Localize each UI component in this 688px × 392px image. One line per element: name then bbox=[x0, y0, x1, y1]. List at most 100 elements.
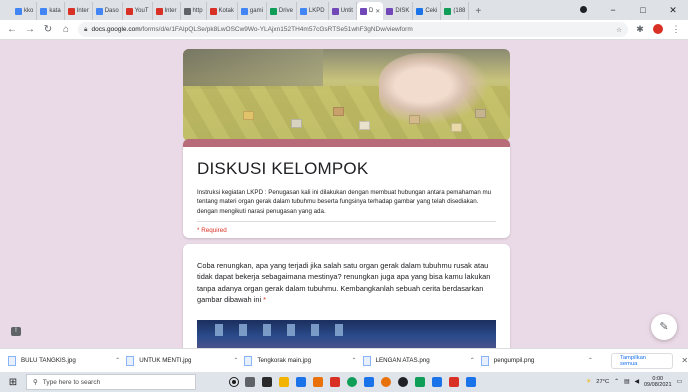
tab-label: Ceki bbox=[425, 8, 438, 14]
chevron-up-icon[interactable]: ⌃ bbox=[470, 357, 475, 364]
app-icon[interactable] bbox=[398, 377, 408, 387]
browser-tab[interactable]: Drive bbox=[267, 2, 297, 20]
browser-tab[interactable]: Daso bbox=[93, 2, 123, 20]
tab-favicon-icon bbox=[416, 7, 424, 15]
tray-up-icon[interactable]: ⌃ bbox=[614, 379, 619, 385]
chrome-icon[interactable] bbox=[347, 377, 357, 387]
clock-date: 09/08/2021 bbox=[643, 382, 672, 388]
header-image-baby bbox=[379, 53, 489, 125]
report-problem-icon[interactable]: ! bbox=[11, 327, 21, 336]
app-icon[interactable] bbox=[466, 377, 476, 387]
download-filename: BULU TANGKIS.jpg bbox=[21, 357, 76, 364]
show-all-downloads-button[interactable]: Tampilkan semua bbox=[610, 352, 674, 369]
close-downloads-icon[interactable]: ✕ bbox=[681, 356, 688, 365]
edit-pencil-button[interactable]: ✎ bbox=[651, 314, 677, 340]
browser-tab[interactable]: D ✕ bbox=[356, 2, 384, 20]
file-explorer-icon[interactable] bbox=[279, 377, 289, 387]
windows-start-icon[interactable]: ⊞ bbox=[0, 377, 26, 388]
office-icon[interactable] bbox=[313, 377, 323, 387]
address-bar[interactable]: 🔒︎ docs.google.com/forms/d/e/1FAIpQLSe/p… bbox=[78, 22, 628, 37]
tab-favicon-icon bbox=[40, 7, 48, 15]
browser-tab[interactable]: kko bbox=[12, 2, 38, 20]
profile-avatar[interactable] bbox=[652, 23, 664, 36]
download-item[interactable]: UNTUK MENTI.jpg ⌃ bbox=[126, 355, 244, 366]
download-item[interactable]: pengumpil.png ⌃ bbox=[480, 355, 599, 366]
extensions-icon[interactable]: ✱ bbox=[634, 24, 646, 35]
toy-block bbox=[333, 107, 344, 116]
task-view-icon[interactable] bbox=[245, 377, 255, 387]
browser-tab[interactable]: Kotak bbox=[207, 2, 238, 20]
browser-tab[interactable]: kata bbox=[37, 2, 65, 20]
chevron-up-icon[interactable]: ⌃ bbox=[352, 357, 357, 364]
close-window-button[interactable]: ✕ bbox=[658, 5, 688, 16]
app-icon[interactable] bbox=[381, 377, 391, 387]
maximize-button[interactable]: □ bbox=[628, 5, 658, 15]
app-icon[interactable] bbox=[330, 377, 340, 387]
home-icon[interactable]: ⌂ bbox=[60, 24, 72, 35]
question-card[interactable]: Coba renungkan, apa yang terjadi jika sa… bbox=[183, 244, 510, 348]
tab-label: Untit bbox=[340, 8, 353, 14]
download-filename: pengumpil.png bbox=[493, 357, 535, 364]
new-tab-button[interactable]: + bbox=[469, 2, 487, 20]
account-icon[interactable] bbox=[568, 5, 598, 15]
url-host: docs.google.com bbox=[91, 26, 141, 33]
browser-tab[interactable]: gami bbox=[238, 2, 267, 20]
reload-icon[interactable]: ↻ bbox=[42, 24, 54, 35]
toy-block bbox=[451, 123, 462, 132]
system-tray: ☀ 27°C ⌃ ▤ ◀︎ 0:00 09/08/2021 ▭ bbox=[586, 376, 688, 388]
chevron-up-icon[interactable]: ⌃ bbox=[115, 357, 120, 364]
bookmark-star-icon[interactable]: ☆ bbox=[616, 26, 622, 34]
notifications-icon[interactable]: ▭ bbox=[677, 379, 682, 385]
tab-favicon-icon bbox=[240, 7, 248, 15]
tab-favicon-icon bbox=[95, 7, 103, 15]
pinned-apps bbox=[230, 377, 476, 387]
browser-tab[interactable]: Untit bbox=[329, 2, 357, 20]
download-item[interactable]: LENGAN ATAS.png ⌃ bbox=[362, 355, 481, 366]
browser-tab[interactable]: (188 bbox=[441, 2, 470, 20]
app-icon[interactable] bbox=[449, 377, 459, 387]
chevron-up-icon[interactable]: ⌃ bbox=[588, 357, 593, 364]
image-file-icon bbox=[480, 355, 489, 366]
close-tab-icon[interactable]: ✕ bbox=[375, 8, 380, 15]
menu-icon[interactable]: ⋮ bbox=[670, 24, 682, 35]
store-icon[interactable] bbox=[262, 377, 272, 387]
browser-tab[interactable]: Inter bbox=[65, 2, 93, 20]
downloads-bar: BULU TANGKIS.jpg ⌃ UNTUK MENTI.jpg ⌃ Tengk… bbox=[0, 348, 688, 372]
form-description: Instruksi kegiatan LKPD : Penugasan kali… bbox=[197, 188, 496, 222]
word-icon[interactable] bbox=[364, 377, 374, 387]
mail-icon[interactable] bbox=[296, 377, 306, 387]
network-icon[interactable]: ▤ bbox=[624, 379, 629, 385]
taskbar-search-box[interactable]: ⚲ Type here to search bbox=[26, 374, 196, 390]
chevron-up-icon[interactable]: ⌃ bbox=[233, 357, 238, 364]
volume-icon[interactable]: ◀︎ bbox=[635, 379, 639, 385]
app-icon[interactable] bbox=[432, 377, 442, 387]
image-file-icon bbox=[8, 355, 16, 366]
download-item[interactable]: Tengkorak main.jpg ⌃ bbox=[244, 355, 362, 366]
excel-icon[interactable] bbox=[415, 377, 425, 387]
download-filename: Tengkorak main.jpg bbox=[257, 357, 312, 364]
image-file-icon bbox=[126, 355, 135, 366]
tab-favicon-icon bbox=[209, 7, 217, 15]
browser-tab[interactable]: DISK bbox=[383, 2, 414, 20]
form-title: DISKUSI KELOMPOK bbox=[197, 159, 369, 178]
window-pane bbox=[287, 323, 295, 336]
download-item[interactable]: BULU TANGKIS.jpg ⌃ bbox=[8, 355, 126, 366]
tab-favicon-icon bbox=[359, 7, 367, 15]
weather-icon[interactable]: ☀ bbox=[586, 379, 591, 385]
browser-tab[interactable]: Ceki bbox=[413, 2, 442, 20]
toy-block bbox=[243, 111, 254, 120]
cortana-icon[interactable] bbox=[230, 378, 238, 386]
tab-label: kata bbox=[49, 8, 61, 14]
toy-block bbox=[291, 119, 302, 128]
minimize-button[interactable]: − bbox=[598, 5, 628, 15]
clock[interactable]: 0:00 09/08/2021 bbox=[644, 376, 672, 388]
weather-temp[interactable]: 27°C bbox=[596, 379, 609, 385]
search-placeholder: Type here to search bbox=[42, 378, 101, 386]
browser-tab[interactable]: Inter bbox=[153, 2, 181, 20]
browser-tab[interactable]: LKPD bbox=[297, 2, 329, 20]
forward-icon[interactable]: → bbox=[24, 24, 36, 35]
form-page[interactable]: DISKUSI KELOMPOK Instruksi kegiatan LKPD… bbox=[0, 41, 688, 348]
back-icon[interactable]: ← bbox=[6, 24, 18, 35]
browser-tab[interactable]: http bbox=[181, 2, 207, 20]
browser-tab[interactable]: YouT bbox=[123, 2, 153, 20]
